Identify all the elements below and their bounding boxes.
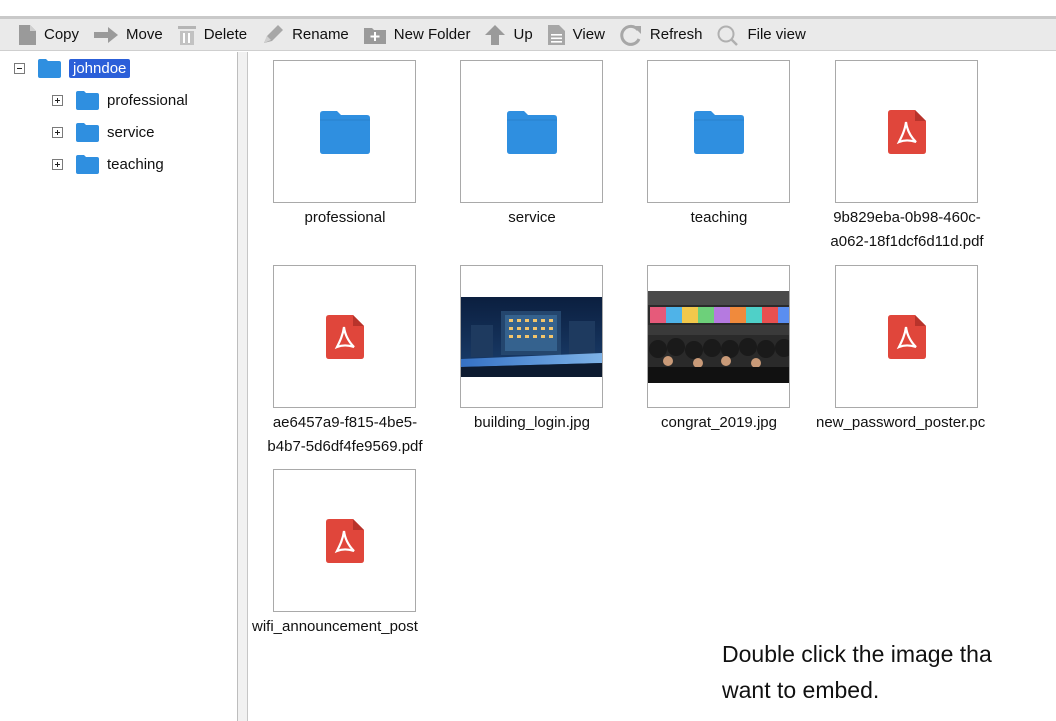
pane-splitter[interactable]	[238, 52, 248, 721]
file-thumbnail[interactable]	[273, 469, 416, 612]
file-name: teaching	[690, 209, 748, 226]
expand-icon[interactable]	[52, 126, 63, 138]
instruction-line-1: Double click the image tha	[722, 641, 992, 667]
tree-item-service[interactable]: service	[52, 122, 155, 142]
tree-item-label: professional	[107, 91, 188, 109]
trash-icon	[177, 25, 196, 45]
file-name-line-1: ae6457a9-f815-4be5-	[272, 414, 418, 431]
file-name: wifi_announcement_post	[252, 618, 418, 635]
move-button-label: Move	[126, 26, 163, 43]
delete-button-label: Delete	[203, 26, 248, 43]
file-name-line-1: 9b829eba-0b98-460c-	[833, 209, 981, 226]
file-view-button[interactable]: File view	[716, 24, 806, 46]
file-name: service	[508, 209, 556, 226]
up-button-label: Up	[513, 26, 533, 43]
file-thumbnail[interactable]	[835, 265, 978, 408]
graduation-photo-thumbnail	[648, 290, 789, 383]
tree-item-label: service	[107, 123, 155, 141]
move-button[interactable]: Move	[93, 26, 163, 44]
file-thumbnail[interactable]	[460, 265, 603, 408]
pdf-icon	[887, 109, 926, 154]
file-thumbnail[interactable]	[273, 265, 416, 408]
file-name: professional	[304, 209, 386, 226]
search-icon	[717, 25, 739, 46]
file-thumbnail[interactable]	[647, 265, 790, 408]
folder-icon	[38, 59, 61, 78]
delete-button[interactable]: Delete	[177, 24, 247, 46]
copy-icon	[19, 24, 36, 45]
tree-item-root[interactable]: johndoe	[14, 58, 131, 78]
instruction-line-2: want to embed.	[722, 677, 880, 703]
refresh-icon	[620, 24, 641, 46]
file-thumbnail[interactable]	[647, 60, 790, 203]
move-arrow-icon	[94, 26, 119, 43]
file-name: building_login.jpg	[474, 414, 590, 431]
file-view-button-label: File view	[747, 26, 806, 43]
file-name-line-2: b4b7-5d6df4fe9569.pdf	[267, 438, 423, 455]
file-thumbnail[interactable]	[460, 60, 603, 203]
tree-item-professional[interactable]: professional	[52, 90, 188, 110]
file-name: congrat_2019.jpg	[661, 414, 777, 431]
folder-icon	[76, 123, 99, 142]
view-button-label: View	[572, 26, 605, 43]
folder-tree-pane: johndoe professional service teaching	[0, 52, 238, 721]
folder-icon	[506, 110, 557, 154]
file-thumbnail[interactable]	[273, 60, 416, 203]
expand-icon[interactable]	[52, 158, 63, 170]
rename-button[interactable]: Rename	[261, 24, 349, 46]
pdf-icon	[887, 314, 926, 359]
copy-button-label: Copy	[44, 26, 80, 43]
tree-item-teaching[interactable]: teaching	[52, 154, 164, 174]
window-top-border	[0, 0, 1056, 19]
up-arrow-icon	[485, 24, 506, 45]
file-name: new_password_poster.pc	[816, 414, 986, 431]
tree-item-root-label: johndoe	[69, 58, 131, 78]
new-folder-button-label: New Folder	[393, 26, 471, 43]
refresh-button-label: Refresh	[649, 26, 703, 43]
file-thumbnail[interactable]	[835, 60, 978, 203]
folder-icon	[76, 155, 99, 174]
pdf-icon	[325, 314, 364, 359]
copy-button[interactable]: Copy	[18, 24, 79, 46]
pencil-icon	[264, 24, 284, 43]
toolbar: Copy Move Delete Rename New Folder Up Vi…	[0, 19, 1056, 51]
collapse-icon[interactable]	[14, 62, 25, 74]
folder-icon	[693, 110, 744, 154]
up-button[interactable]: Up	[484, 24, 533, 46]
document-icon	[547, 24, 565, 45]
folder-icon	[76, 91, 99, 110]
building-photo-thumbnail	[461, 296, 602, 377]
rename-button-label: Rename	[292, 26, 349, 43]
expand-icon[interactable]	[52, 94, 63, 106]
new-folder-icon	[363, 27, 386, 44]
new-folder-button[interactable]: New Folder	[363, 25, 471, 45]
view-button[interactable]: View	[547, 24, 605, 46]
pdf-icon	[325, 518, 364, 563]
instruction-text: Double click the image tha want to embed…	[722, 636, 992, 708]
file-name-line-2: a062-18f1dcf6d11d.pdf	[830, 233, 984, 250]
tree-item-label: teaching	[107, 155, 164, 173]
folder-icon	[319, 110, 370, 154]
refresh-button[interactable]: Refresh	[619, 24, 703, 46]
